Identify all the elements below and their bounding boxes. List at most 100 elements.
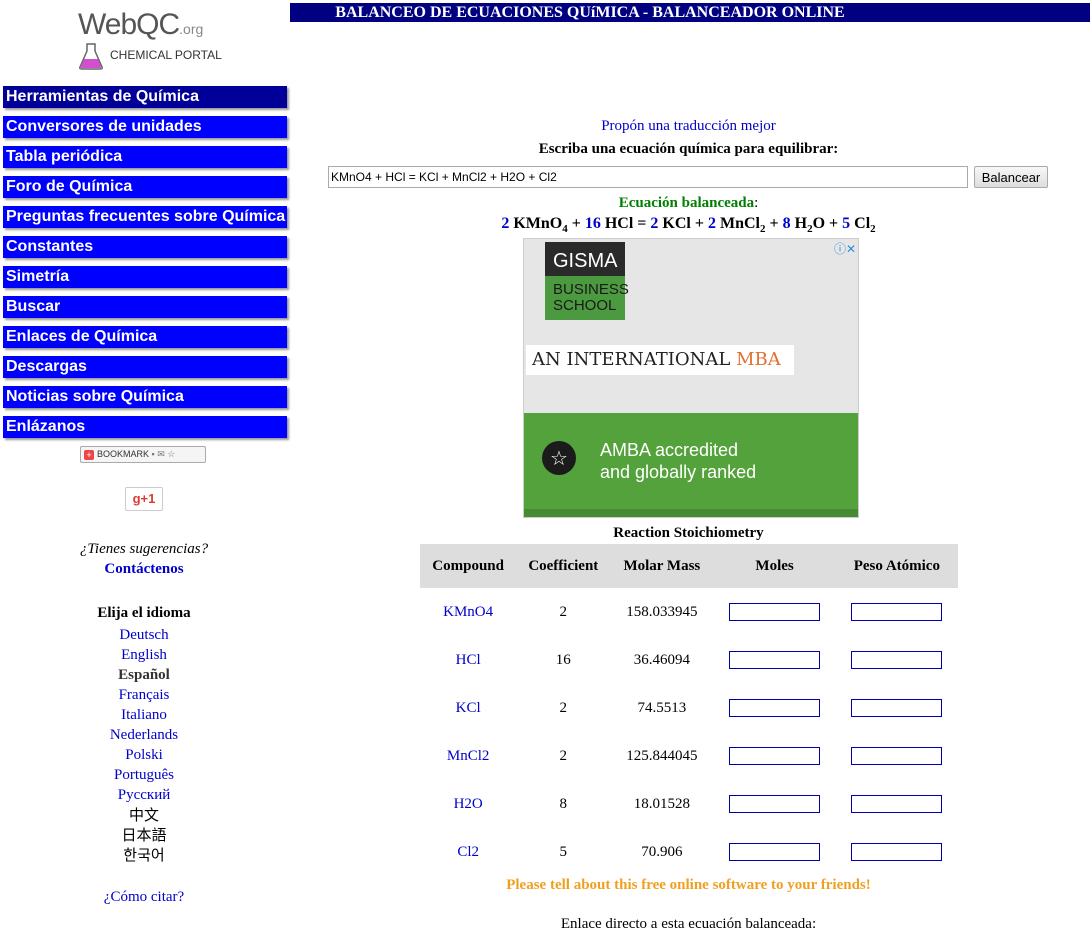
equation-formula: MnCl [720,215,760,232]
language-option[interactable]: 中文 [0,805,288,825]
language-option[interactable]: Italiano [0,705,288,725]
language-title: Elija el idioma [97,605,191,621]
molar-mass-cell: 70.906 [641,843,683,860]
equation-formula: H [794,215,808,232]
menu-item[interactable]: Tabla periódica [3,146,287,168]
language-option[interactable]: 한국어 [0,845,288,865]
stoichiometry-table: Compound Coefficient Molar Mass Moles Peso A… [420,544,958,876]
menu-item[interactable]: Noticias sobre Química [3,386,287,408]
ad-choices-icon[interactable]: ⓘ✕ [834,240,856,257]
balanced-label: Ecuación balanceada: [618,195,759,211]
table-row: KMnO4 2 158.033945 [420,588,958,636]
star-icon: ☆ [542,441,576,475]
moles-input[interactable] [729,843,821,861]
moles-input[interactable] [729,699,821,717]
language-option[interactable]: Español [0,665,288,685]
equation-operator: + [694,215,704,232]
plus-icon: + [84,449,94,460]
compound-link[interactable]: KMnO4 [420,588,516,636]
language-option[interactable]: Русский [0,785,288,805]
equation-formula: Cl [854,215,871,232]
menu-item[interactable]: Conversores de unidades [3,116,287,138]
menu-item[interactable]: Simetría [3,266,287,288]
menu-item[interactable]: Enlaces de Química [3,326,287,348]
equation-operator: + [571,215,581,232]
ad-brand-logo: GISMA BUSINESS SCHOOL [545,242,629,320]
atomic-weight-input[interactable] [851,651,943,669]
equation-formula-tail: O [812,215,826,232]
coefficient-cell: 2 [559,747,568,764]
moles-input[interactable] [729,795,821,813]
column-header: Peso Atómico [835,544,958,588]
table-header-row: Compound Coefficient Molar Mass Moles Peso A… [420,544,958,588]
site-logo[interactable]: WebQC.org CHEMICAL PORTAL [72,8,222,70]
column-header: Molar Mass [610,544,714,588]
ad-banner: ☆ AMBA accredited and globally ranked [524,413,858,517]
google-plus-button[interactable]: g+1 [125,487,163,511]
column-header: Moles [713,544,836,588]
ad-headline: AN INTERNATIONAL MBA [526,345,794,375]
compound-link[interactable]: MnCl2 [420,732,516,780]
bookmark-button[interactable]: + BOOKMARK ▪ ✉ ☆ [80,446,206,463]
menu-item[interactable]: Constantes [3,236,287,258]
contact-link[interactable]: Contáctenos [0,561,288,578]
molar-mass-cell: 18.01528 [633,795,690,812]
language-option[interactable]: Polski [0,745,288,765]
equation-prompt: Escriba una ecuación química para equili… [538,141,839,157]
table-row: H2O 8 18.01528 [420,780,958,828]
coefficient-cell: 8 [559,795,568,812]
compound-link[interactable]: Cl2 [420,828,516,876]
equation-coefficient: 16 [584,215,601,232]
atomic-weight-input[interactable] [851,603,943,621]
equation-input[interactable] [328,166,968,188]
logo-wordmark: WebQC.org [78,8,204,41]
compound-link[interactable]: H2O [420,780,516,828]
balance-button[interactable]: Balancear [974,166,1048,188]
language-list: Deutsch English Español Français Italiano Ned… [0,625,288,865]
menu-item[interactable]: Buscar [3,296,287,318]
equation-operator: = [637,215,647,232]
atomic-weight-input[interactable] [851,699,943,717]
moles-input[interactable] [729,651,821,669]
menu-item[interactable]: Preguntas frecuentes sobre Química [3,206,287,228]
logo-tagline: CHEMICAL PORTAL [110,48,222,62]
sidebar: WebQC.org CHEMICAL PORTAL Herramientas d… [0,0,290,929]
tell-friends-text: Please tell about this free online softw… [506,877,871,893]
menu-item[interactable]: Foro de Química [3,176,287,198]
main-menu: Herramientas de Química Conversores de un… [3,86,287,446]
moles-input[interactable] [729,747,821,765]
equation-formula: KCl [662,215,691,232]
language-option[interactable]: Français [0,685,288,705]
balanced-equation: 2 KMnO4 + 16 HCl = 2 KCl + 2 MnCl2 + 8 H… [290,215,1087,235]
atomic-weight-input[interactable] [851,747,943,765]
equation-operator: + [769,215,779,232]
compound-link[interactable]: KCl [420,684,516,732]
language-option[interactable]: Nederlands [0,725,288,745]
molar-mass-cell: 74.5513 [637,699,687,716]
language-option[interactable]: 日本語 [0,825,288,845]
column-header: Compound [420,544,517,588]
menu-item[interactable]: Enlázanos [3,416,287,438]
atomic-weight-input[interactable] [851,795,943,813]
table-row: Cl2 5 70.906 [420,828,958,876]
propose-translation-link[interactable]: Propón una traducción mejor [290,118,1087,135]
table-row: MnCl2 2 125.844045 [420,732,958,780]
menu-item[interactable]: Herramientas de Química [3,86,287,108]
language-option[interactable]: English [0,645,288,665]
coefficient-cell: 5 [559,843,568,860]
advertisement[interactable]: ⓘ✕ GISMA BUSINESS SCHOOL AN INTERNATIONAL… [523,238,859,518]
molar-mass-cell: 125.844045 [626,747,698,764]
page-title-bar: BALANCEO DE ECUACIONES QUíMICA - BALANCE… [290,3,1090,22]
atomic-weight-input[interactable] [851,843,943,861]
equation-subscript: 4 [562,223,568,236]
menu-item[interactable]: Descargas [3,356,287,378]
language-option[interactable]: Português [0,765,288,785]
cite-link[interactable]: ¿Cómo citar? [0,889,288,906]
moles-input[interactable] [729,603,821,621]
equation-coefficient: 8 [782,215,791,232]
equation-operator: + [829,215,839,232]
equation-coefficient: 2 [650,215,659,232]
language-option[interactable]: Deutsch [0,625,288,645]
equation-coefficient: 2 [708,215,716,232]
compound-link[interactable]: HCl [420,636,516,684]
